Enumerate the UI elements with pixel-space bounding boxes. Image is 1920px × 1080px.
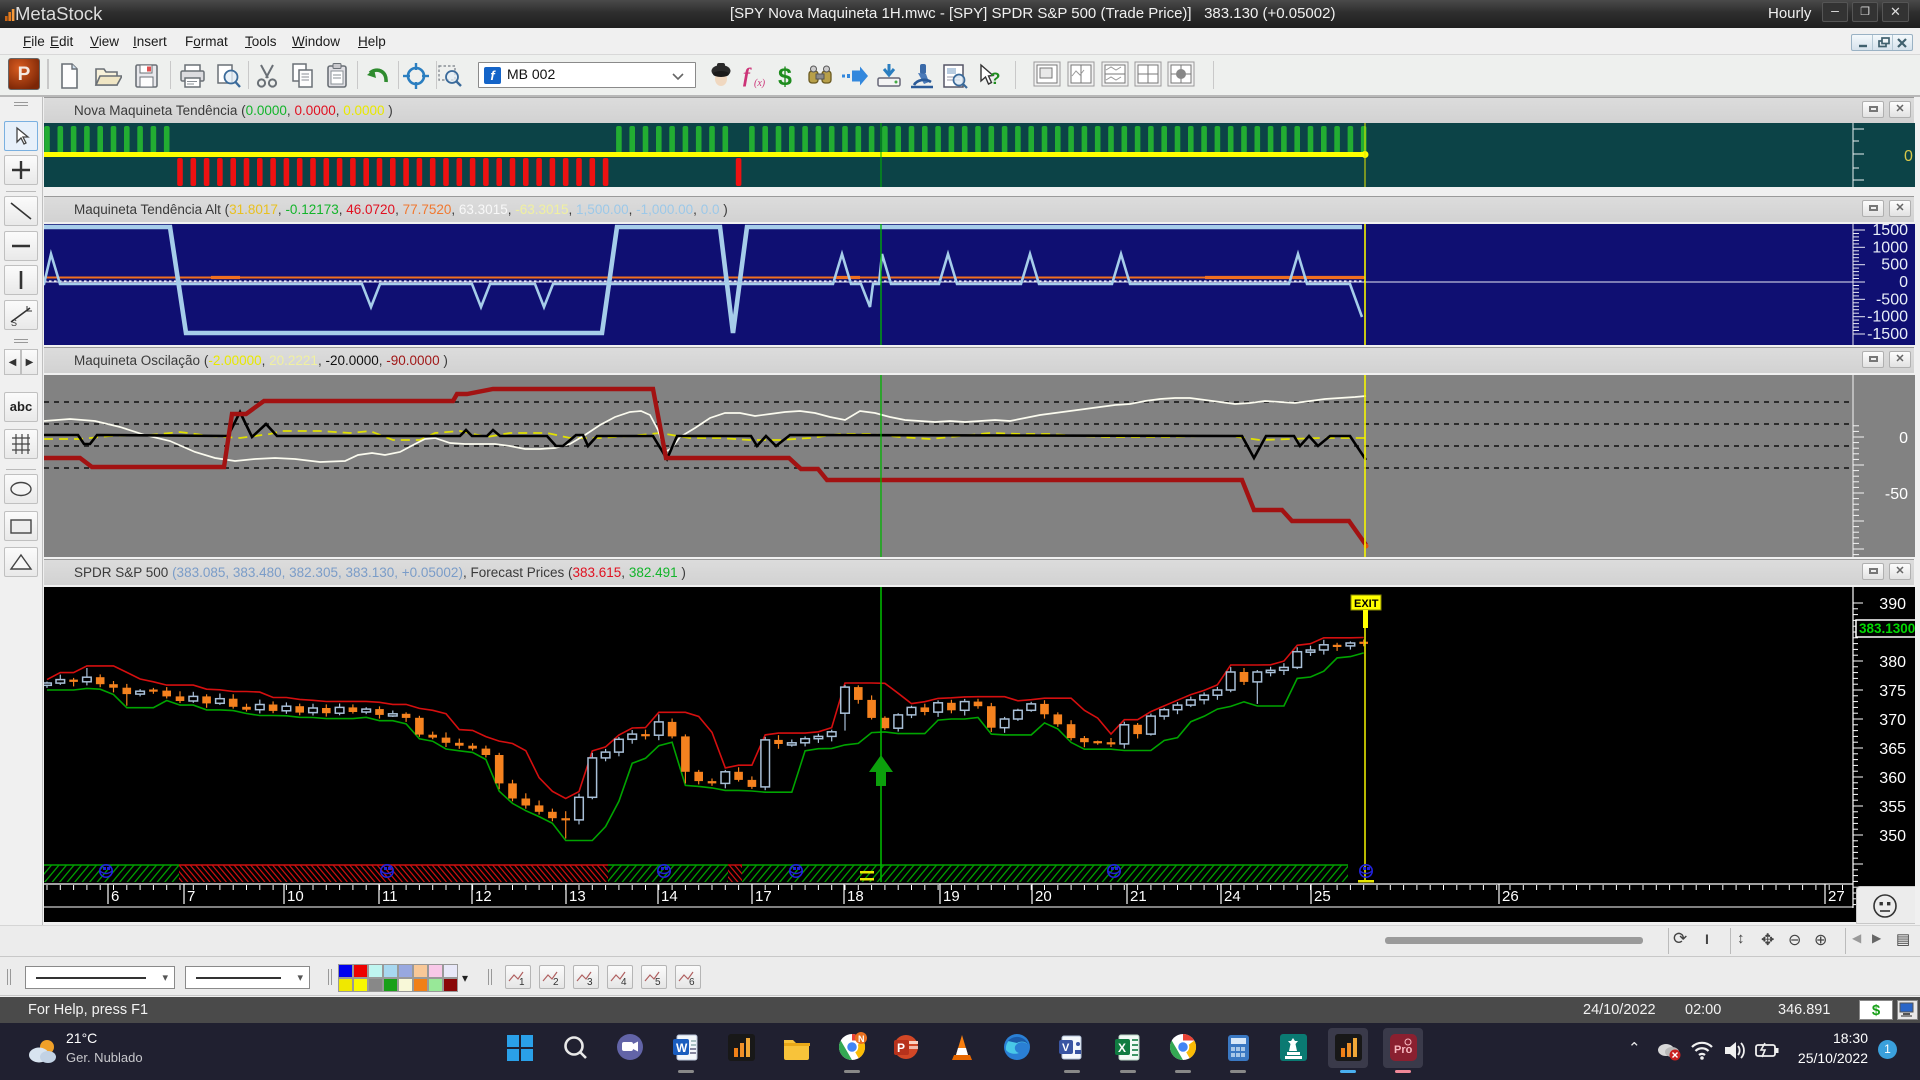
- svg-text:355: 355: [1879, 799, 1906, 816]
- svg-text:-1000: -1000: [1867, 309, 1908, 326]
- svg-text:18: 18: [847, 888, 864, 905]
- svg-text:S: S: [11, 318, 17, 328]
- svg-text:19: 19: [943, 888, 960, 905]
- svg-text:1000: 1000: [1872, 239, 1908, 256]
- svg-text:380: 380: [1879, 654, 1906, 671]
- svg-text:383.1300: 383.1300: [1859, 621, 1915, 636]
- svg-text:Pro: Pro: [1394, 1044, 1413, 1056]
- svg-text:6: 6: [689, 977, 695, 988]
- svg-text:-500: -500: [1876, 291, 1908, 308]
- svg-text:0: 0: [1904, 148, 1913, 165]
- svg-text:17: 17: [755, 888, 772, 905]
- svg-text:27: 27: [1828, 888, 1845, 905]
- svg-text:W: W: [676, 1041, 688, 1055]
- svg-text:3: 3: [587, 977, 593, 988]
- svg-text:12: 12: [475, 888, 492, 905]
- svg-text:5: 5: [655, 977, 661, 988]
- svg-text:365: 365: [1879, 741, 1906, 758]
- svg-text:4: 4: [621, 977, 627, 988]
- svg-text:6: 6: [111, 888, 119, 905]
- svg-text:P: P: [897, 1041, 905, 1055]
- svg-text:390: 390: [1879, 596, 1906, 613]
- svg-text:26: 26: [1502, 888, 1519, 905]
- svg-text:1500: 1500: [1872, 224, 1908, 239]
- svg-text:11: 11: [382, 888, 398, 905]
- svg-text:f: f: [743, 63, 752, 87]
- svg-text:(x): (x): [754, 78, 766, 89]
- svg-text:500: 500: [1881, 257, 1908, 274]
- svg-text:24: 24: [1224, 888, 1241, 905]
- svg-text:N: N: [858, 1034, 865, 1044]
- svg-text:350: 350: [1879, 828, 1906, 845]
- svg-text:360: 360: [1879, 770, 1906, 787]
- svg-text:2: 2: [553, 977, 559, 988]
- svg-text:V: V: [1062, 1042, 1070, 1054]
- svg-text:14: 14: [661, 888, 678, 905]
- svg-text:?: ?: [990, 69, 1000, 88]
- svg-text:13: 13: [569, 888, 586, 905]
- svg-text:1: 1: [519, 977, 525, 988]
- svg-text:21: 21: [1130, 888, 1147, 905]
- svg-text:0: 0: [1899, 274, 1908, 291]
- svg-text:-1500: -1500: [1867, 326, 1908, 343]
- svg-text:-50: -50: [1885, 486, 1908, 503]
- svg-text:7: 7: [187, 888, 195, 905]
- svg-text:EXIT: EXIT: [1354, 598, 1379, 610]
- svg-text:20: 20: [1035, 888, 1052, 905]
- svg-text:25: 25: [1314, 888, 1331, 905]
- svg-text:370: 370: [1879, 712, 1906, 729]
- svg-text:10: 10: [287, 888, 304, 905]
- svg-text:X: X: [1118, 1041, 1126, 1055]
- svg-text:0: 0: [1899, 430, 1908, 447]
- svg-text:$: $: [778, 63, 792, 91]
- svg-text:375: 375: [1879, 683, 1906, 700]
